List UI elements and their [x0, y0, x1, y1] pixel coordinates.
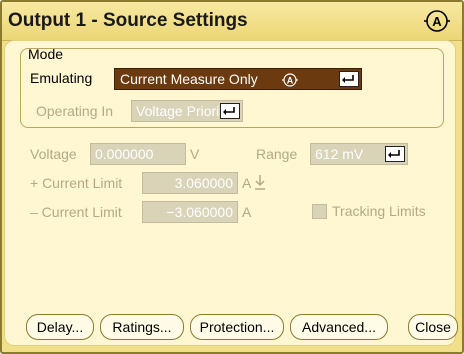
voltage-field[interactable]: 0.000000 [90, 143, 186, 165]
ratings-button[interactable]: Ratings... [100, 314, 184, 340]
voltage-value: 0.000000 [95, 146, 154, 162]
emulating-label: Emulating [30, 70, 93, 86]
operating-in-value: Voltage Priority [136, 103, 231, 119]
pos-current-limit-field[interactable]: 3.060000 [142, 172, 238, 194]
enter-icon [385, 146, 405, 162]
voltage-unit: V [190, 146, 200, 162]
advanced-button[interactable]: Advanced... [290, 314, 388, 340]
emulating-select[interactable]: Current Measure Only A [114, 68, 362, 90]
limit-arrow-icon [255, 175, 265, 190]
neg-current-limit-value: −3.060000 [166, 204, 233, 220]
range-label: Range [256, 146, 298, 162]
neg-current-limit-unit: A [242, 204, 252, 220]
title-bar: Output 1 - Source Settings A [2, 2, 462, 41]
output-a-icon: A [282, 73, 298, 87]
operating-in-label: Operating In [36, 103, 114, 119]
neg-current-limit-field[interactable]: −3.060000 [142, 201, 238, 223]
protection-button[interactable]: Protection... [190, 314, 284, 340]
neg-current-limit-label: – Current Limit [30, 204, 122, 220]
emulating-value: Current Measure Only [120, 71, 258, 87]
pos-current-limit-value: 3.060000 [174, 175, 233, 191]
pos-current-limit-label: + Current Limit [30, 175, 123, 191]
enter-icon [339, 71, 359, 87]
range-value: 612 mV [315, 146, 364, 162]
voltage-label: Voltage [30, 146, 77, 162]
mode-group-label: Mode [28, 46, 64, 62]
close-button[interactable]: Close [408, 314, 458, 340]
tracking-limits-checkbox[interactable] [312, 204, 327, 219]
output-a-icon: A [424, 10, 450, 32]
svg-text:A: A [287, 76, 294, 86]
dialog-title: Output 1 - Source Settings [8, 10, 248, 31]
svg-text:A: A [432, 14, 442, 29]
delay-button[interactable]: Delay... [26, 314, 94, 340]
pos-current-limit-unit: A [242, 175, 252, 191]
tracking-limits-label: Tracking Limits [332, 203, 426, 219]
enter-icon [220, 103, 240, 119]
